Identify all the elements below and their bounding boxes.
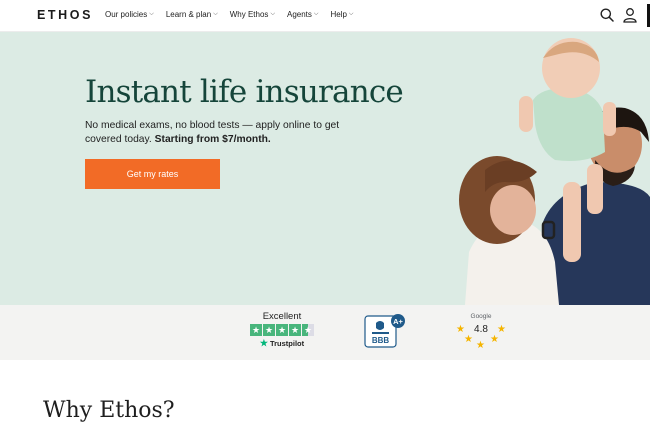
chevron-down-icon: ⌵ bbox=[348, 11, 354, 17]
chevron-down-icon: ⌵ bbox=[213, 11, 218, 17]
top-nav: ETHOS Our policies ⌵ Learn & plan ⌵ Why Et… bbox=[0, 0, 650, 32]
star-icon: ★ bbox=[490, 334, 499, 345]
nav-item-agents[interactable]: Agents ⌵ bbox=[287, 10, 318, 19]
star-icon: ★ bbox=[464, 334, 473, 345]
trustpilot-brand: ★ Trustpilot bbox=[248, 338, 316, 349]
nav-item-label: Learn & plan bbox=[165, 10, 212, 19]
hero-section: Instant life insurance No medical exams,… bbox=[0, 32, 650, 305]
star-icon: ★ bbox=[289, 324, 301, 336]
nav-item-label: Why Ethos bbox=[229, 10, 269, 19]
trustpilot-rating[interactable]: Excellent ★ ★ ★ ★ ★ ★ Trustpilot bbox=[248, 311, 316, 349]
google-rating-value: 4.8 bbox=[474, 324, 488, 335]
trustpilot-stars: ★ ★ ★ ★ ★ bbox=[248, 324, 316, 336]
google-rating[interactable]: Google 4.8 ★ ★ ★ ★ ★ bbox=[455, 311, 507, 349]
google-logo-text: Google bbox=[471, 313, 492, 320]
family-photo bbox=[455, 32, 650, 305]
nav-item-label: Our policies bbox=[105, 10, 148, 19]
search-icon[interactable] bbox=[600, 8, 614, 22]
bbb-grade: A+ bbox=[393, 317, 403, 326]
user-account-icon[interactable] bbox=[622, 7, 638, 23]
trustpilot-label: Excellent bbox=[262, 311, 302, 322]
nav-item-why-ethos[interactable]: Why Ethos ⌵ bbox=[230, 10, 275, 19]
nav-item-label: Agents bbox=[287, 10, 312, 19]
bbb-badge[interactable]: BBB A+ bbox=[364, 313, 408, 349]
star-icon: ★ bbox=[476, 340, 485, 349]
nav-item-help[interactable]: Help ⌵ bbox=[330, 10, 353, 19]
hero-subtitle-price: Starting from $7/month. bbox=[154, 134, 271, 145]
chevron-down-icon: ⌵ bbox=[270, 11, 275, 17]
hero-title: Instant life insurance bbox=[85, 74, 404, 110]
chevron-down-icon: ⌵ bbox=[149, 11, 154, 17]
bbb-torch-icon bbox=[376, 321, 384, 330]
get-my-rates-button[interactable]: Get my rates bbox=[85, 159, 220, 189]
star-icon: ★ bbox=[250, 324, 262, 336]
star-icon: ★ bbox=[263, 324, 275, 336]
star-icon: ★ bbox=[276, 324, 288, 336]
bbb-text: BBB bbox=[372, 336, 390, 345]
nav-item-our-policies[interactable]: Our policies ⌵ bbox=[105, 10, 154, 19]
trustpilot-star-icon: ★ bbox=[259, 338, 268, 348]
nav-item-learn-plan[interactable]: Learn & plan ⌵ bbox=[166, 10, 218, 19]
nav-item-label: Help bbox=[330, 10, 347, 19]
half-star-icon: ★ bbox=[302, 324, 314, 336]
chevron-down-icon: ⌵ bbox=[313, 11, 319, 17]
section-heading: Why Ethos? bbox=[43, 398, 175, 423]
ethos-logo[interactable]: ETHOS bbox=[37, 8, 93, 22]
nav-menu: Our policies ⌵ Learn & plan ⌵ Why Ethos ⌵ A… bbox=[105, 10, 353, 19]
trustpilot-brand-text: Trustpilot bbox=[269, 339, 305, 348]
hero-subtitle: No medical exams, no blood tests — apply… bbox=[85, 119, 355, 147]
ratings-strip bbox=[0, 305, 650, 360]
